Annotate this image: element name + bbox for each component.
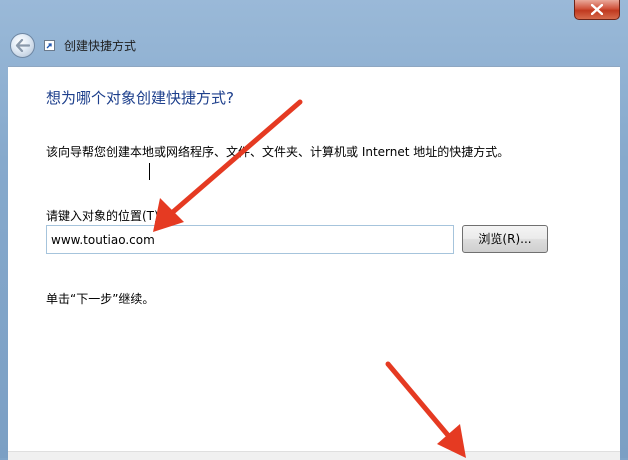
shortcut-icon [44, 40, 55, 51]
wizard-description: 该向导帮您创建本地或网络程序、文件、文件夹、计算机或 Internet 地址的快… [46, 145, 510, 159]
browse-button[interactable]: 浏览(R)... [462, 225, 548, 253]
next-hint: 单击“下一步”继续。 [46, 292, 155, 306]
footer-band [8, 451, 620, 460]
location-input[interactable] [46, 225, 454, 254]
wizard-heading: 想为哪个对象创建快捷方式? [46, 89, 234, 107]
close-icon [591, 4, 603, 15]
text-caret [149, 163, 150, 180]
back-button[interactable] [10, 33, 35, 58]
location-label: 请键入对象的位置(T): [46, 209, 163, 223]
close-button[interactable] [574, 0, 620, 20]
wizard-content: 想为哪个对象创建快捷方式? 该向导帮您创建本地或网络程序、文件、文件夹、计算机或… [8, 66, 620, 460]
window-title: 创建快捷方式 [64, 39, 137, 53]
back-arrow-icon [15, 39, 30, 52]
